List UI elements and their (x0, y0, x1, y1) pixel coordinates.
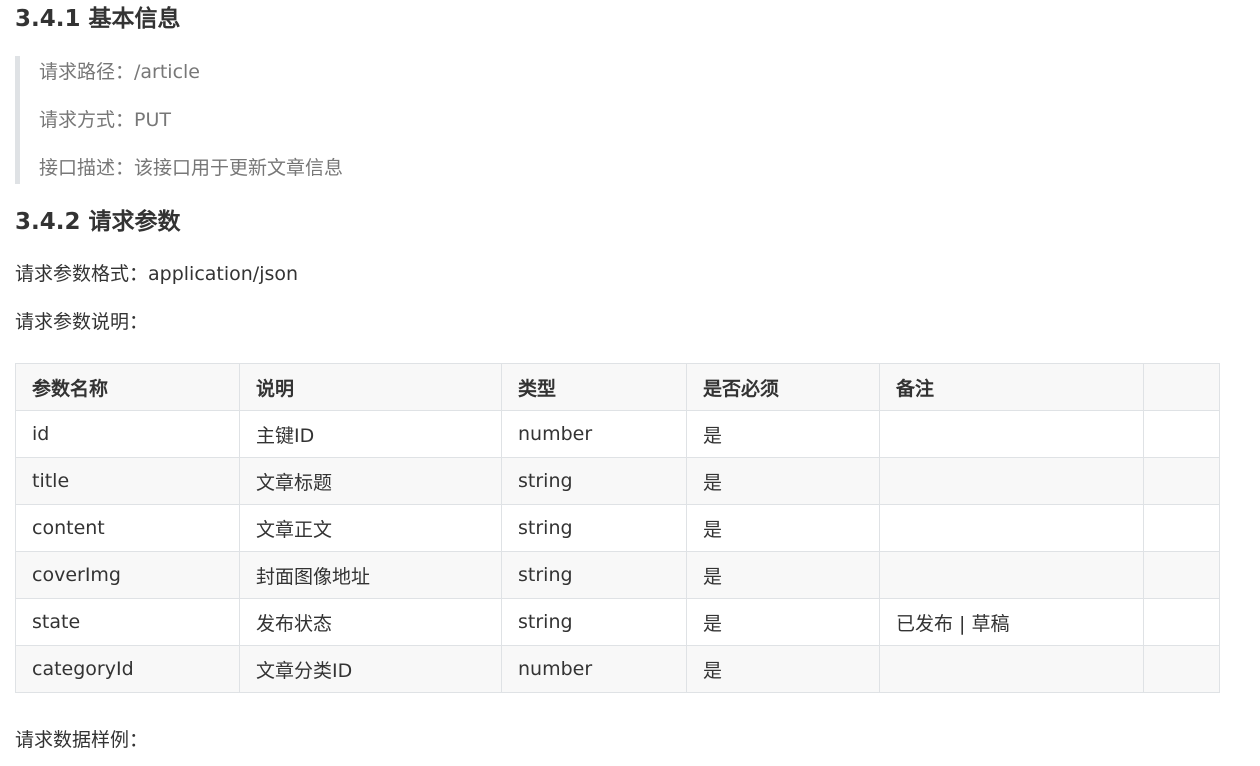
request-method-text: 请求方式：PUT (39, 109, 171, 131)
cell-param-name: id (15, 410, 240, 458)
cell-extra (1143, 551, 1220, 599)
cell-description: 文章分类ID (239, 645, 502, 693)
cell-required: 是 (686, 457, 880, 505)
table-row: title 文章标题 string 是 (15, 457, 1220, 505)
cell-param-name: content (15, 504, 240, 552)
cell-extra (1143, 457, 1220, 505)
header-remark: 备注 (879, 363, 1144, 411)
header-type: 类型 (501, 363, 687, 411)
cell-extra (1143, 598, 1220, 646)
cell-type: string (501, 598, 687, 646)
cell-type: number (501, 645, 687, 693)
cell-extra (1143, 410, 1220, 458)
table-row: categoryId 文章分类ID number 是 (15, 645, 1220, 693)
cell-description: 主键ID (239, 410, 502, 458)
cell-extra (1143, 645, 1220, 693)
request-format-text: 请求参数格式：application/json (15, 263, 299, 285)
blockquote-basic-info: 请求路径：/article 请求方式：PUT 接口描述：该接口用于更新文章信息 (15, 56, 615, 184)
cell-remark (879, 645, 1144, 693)
cell-param-name: title (15, 457, 240, 505)
header-required: 是否必须 (686, 363, 880, 411)
header-param-name: 参数名称 (15, 363, 240, 411)
table-header-row: 参数名称 说明 类型 是否必须 备注 (15, 363, 1220, 411)
table-row: state 发布状态 string 是 已发布 | 草稿 (15, 598, 1220, 646)
cell-type: string (501, 457, 687, 505)
request-params-explain-text: 请求参数说明： (15, 311, 149, 333)
cell-required: 是 (686, 645, 880, 693)
cell-type: string (501, 551, 687, 599)
cell-param-name: state (15, 598, 240, 646)
cell-required: 是 (686, 410, 880, 458)
table-row: content 文章正文 string 是 (15, 504, 1220, 552)
cell-remark (879, 504, 1144, 552)
cell-required: 是 (686, 551, 880, 599)
request-params-table: 参数名称 说明 类型 是否必须 备注 id 主键ID number 是 titl… (15, 363, 1220, 693)
header-extra (1143, 363, 1220, 411)
cell-remark (879, 410, 1144, 458)
cell-description: 文章正文 (239, 504, 502, 552)
cell-remark: 已发布 | 草稿 (879, 598, 1144, 646)
table-row: coverImg 封面图像地址 string 是 (15, 551, 1220, 599)
cell-description: 文章标题 (239, 457, 502, 505)
interface-description-text: 接口描述：该接口用于更新文章信息 (39, 157, 344, 179)
cell-extra (1143, 504, 1220, 552)
cell-description: 发布状态 (239, 598, 502, 646)
cell-required: 是 (686, 504, 880, 552)
header-description: 说明 (239, 363, 502, 411)
section-heading-basic-info: 3.4.1 基本信息 (15, 6, 181, 32)
cell-param-name: categoryId (15, 645, 240, 693)
table-row: id 主键ID number 是 (15, 410, 1220, 458)
cell-type: number (501, 410, 687, 458)
cell-required: 是 (686, 598, 880, 646)
request-sample-text: 请求数据样例： (15, 729, 149, 751)
cell-type: string (501, 504, 687, 552)
section-heading-request-params: 3.4.2 请求参数 (15, 209, 181, 235)
cell-remark (879, 551, 1144, 599)
request-path-text: 请求路径：/article (39, 61, 200, 83)
cell-param-name: coverImg (15, 551, 240, 599)
cell-description: 封面图像地址 (239, 551, 502, 599)
cell-remark (879, 457, 1144, 505)
